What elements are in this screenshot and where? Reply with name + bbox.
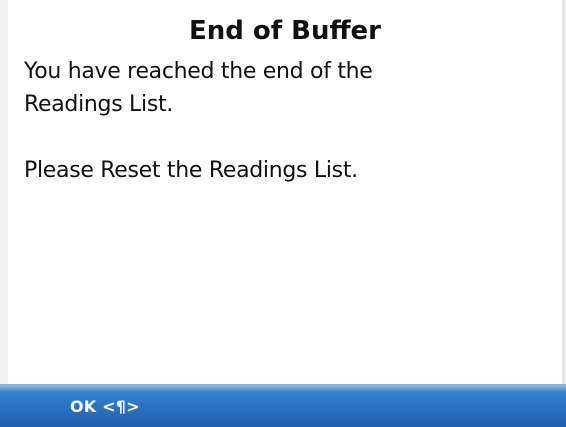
message-line-2: Readings List. <box>24 92 174 117</box>
message-body: You have reached the end of the Readings… <box>24 55 544 187</box>
end-of-buffer-screen: End of Buffer You have reached the end o… <box>0 0 566 427</box>
message-line-1: You have reached the end of the <box>24 59 373 84</box>
dialog-title: End of Buffer <box>188 16 381 46</box>
ok-softkey[interactable]: OK <¶> <box>70 395 140 419</box>
message-line-3: Please Reset the Readings List. <box>24 158 358 183</box>
left-border <box>0 0 8 384</box>
softkey-bar: OK <¶> <box>0 384 566 427</box>
right-border <box>562 0 566 384</box>
